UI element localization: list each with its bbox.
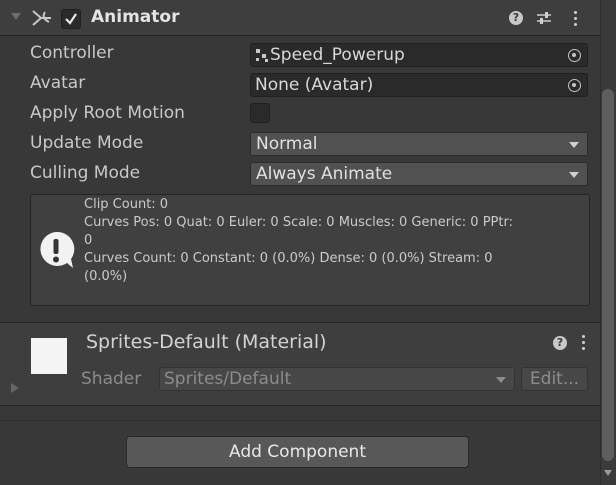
object-picker-icon[interactable]	[568, 49, 581, 62]
chevron-down-icon	[569, 142, 579, 148]
animator-component-icon	[32, 10, 51, 26]
foldout-arrow-icon[interactable]	[11, 13, 21, 20]
info-exclamation-icon	[40, 231, 75, 268]
update-mode-dropdown[interactable]: Normal	[250, 132, 588, 156]
scrollbar-thumb[interactable]	[602, 89, 614, 461]
material-title: Sprites-Default (Material)	[86, 331, 327, 353]
help-icon[interactable]: ?	[553, 336, 567, 350]
section-divider	[0, 420, 600, 421]
info-curves-count: Curves Count: 0 Constant: 0 (0.0%) Dense…	[84, 251, 493, 266]
culling-mode-label: Culling Mode	[30, 163, 141, 183]
apply-root-motion-checkbox[interactable]	[250, 103, 270, 123]
scroll-down-arrow-icon[interactable]	[604, 470, 612, 476]
avatar-value: None (Avatar)	[255, 75, 374, 95]
kebab-menu-icon[interactable]	[574, 11, 578, 27]
help-icon[interactable]: ?	[509, 11, 523, 25]
update-mode-label: Update Mode	[30, 133, 144, 153]
apply-root-motion-label: Apply Root Motion	[30, 103, 185, 123]
info-curves-pos-cont: 0	[84, 233, 93, 248]
info-curves-count-cont: (0.0%)	[84, 269, 128, 284]
shader-dropdown[interactable]: Sprites/Default	[159, 367, 515, 391]
checkmark-icon	[65, 13, 77, 25]
culling-mode-dropdown[interactable]: Always Animate	[250, 162, 588, 186]
controller-value: Speed_Powerup	[270, 45, 405, 65]
controller-label: Controller	[30, 43, 114, 63]
chevron-down-icon	[496, 377, 506, 383]
add-component-button[interactable]: Add Component	[126, 436, 469, 468]
update-mode-value: Normal	[256, 134, 318, 154]
presets-sliders-icon[interactable]	[536, 10, 552, 26]
animator-controller-icon	[256, 49, 269, 63]
chevron-down-icon	[569, 172, 579, 178]
shader-label: Shader	[81, 369, 142, 389]
info-clip-count: Clip Count: 0	[84, 197, 169, 212]
controller-field[interactable]: Speed_Powerup	[250, 43, 588, 67]
component-enabled-checkbox[interactable]	[61, 9, 81, 29]
expand-arrow-icon[interactable]	[11, 383, 19, 393]
component-title: Animator	[91, 7, 180, 27]
info-curves-pos: Curves Pos: 0 Quat: 0 Euler: 0 Scale: 0 …	[84, 215, 513, 230]
culling-mode-value: Always Animate	[256, 164, 393, 184]
avatar-field[interactable]: None (Avatar)	[250, 73, 588, 97]
object-picker-icon[interactable]	[568, 79, 581, 92]
shader-value: Sprites/Default	[164, 369, 292, 389]
section-divider	[0, 405, 600, 406]
kebab-menu-icon[interactable]	[582, 335, 586, 351]
material-preview-thumbnail[interactable]	[31, 338, 67, 374]
avatar-label: Avatar	[30, 73, 86, 93]
edit-shader-button[interactable]: Edit...	[521, 367, 588, 391]
